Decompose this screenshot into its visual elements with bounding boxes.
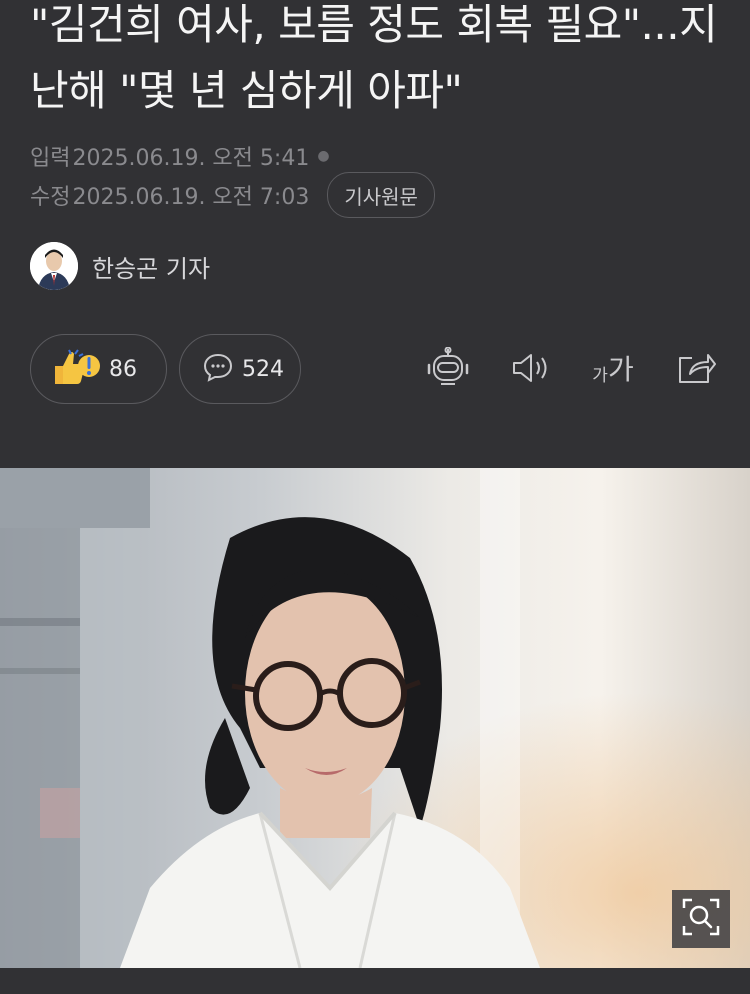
original-article-button[interactable]: 기사원문 [327, 172, 435, 218]
share-button[interactable] [674, 346, 718, 394]
edit-label: 수정 [30, 185, 71, 210]
published-time: 입력 2025.06.19. 오전 5:41 ● [30, 140, 330, 172]
input-time: 2025.06.19. 오전 5:41 [72, 146, 310, 171]
author-info[interactable]: 한승곤 기자 [30, 242, 210, 290]
share-icon [676, 350, 716, 390]
tts-button[interactable] [508, 346, 552, 394]
font-large-label: 가 [607, 353, 634, 386]
input-label: 입력 [30, 146, 71, 171]
article-title: "김건희 여사, 보름 정도 회복 필요"...지난해 "몇 년 심하게 아파" [30, 0, 718, 115]
edited-time: 수정 2025.06.19. 오전 7:03 기사원문 [30, 172, 435, 218]
font-small-label: 가 [592, 366, 608, 386]
speaker-icon [510, 351, 550, 389]
author-name: 한승곤 기자 [92, 254, 211, 283]
ai-summary-button[interactable] [424, 346, 472, 394]
zoom-magnifier-icon [681, 897, 721, 941]
photo-zoom-button[interactable] [672, 890, 730, 948]
comment-bubble-icon [202, 352, 234, 386]
comment-count: 524 [242, 356, 284, 382]
reaction-button[interactable]: 86 [30, 334, 167, 404]
comment-button[interactable]: 524 [179, 334, 301, 404]
avatar [30, 242, 78, 290]
separator-dot: ● [317, 148, 330, 164]
thumbs-up-emoji-icon [51, 348, 101, 390]
font-size-icon: 가 가 [592, 353, 634, 387]
font-size-button[interactable]: 가 가 [588, 346, 638, 394]
reaction-count: 86 [109, 356, 137, 382]
article-photo[interactable] [0, 468, 750, 968]
robot-icon [426, 346, 470, 393]
photo-illustration [0, 468, 750, 968]
edit-time: 2025.06.19. 오전 7:03 [72, 185, 310, 210]
content-bottom-strip [0, 968, 750, 994]
